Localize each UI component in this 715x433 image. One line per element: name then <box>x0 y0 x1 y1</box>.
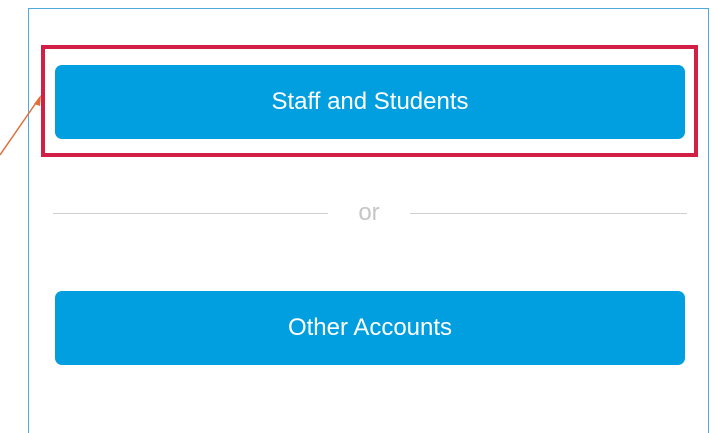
staff-and-students-button[interactable]: Staff and Students <box>55 65 685 139</box>
annotation-arrow-icon <box>0 95 41 156</box>
other-accounts-label: Other Accounts <box>287 314 453 341</box>
other-accounts-button[interactable]: Other Accounts <box>55 291 685 365</box>
separator-line-left <box>53 212 328 214</box>
or-separator: or <box>53 198 687 228</box>
staff-and-students-label: Staff and Students <box>271 88 469 115</box>
screenshot-stage: Staff and Students or Other Accounts <box>0 0 715 433</box>
separator-line-right <box>410 212 687 214</box>
separator-text: or <box>358 199 380 226</box>
